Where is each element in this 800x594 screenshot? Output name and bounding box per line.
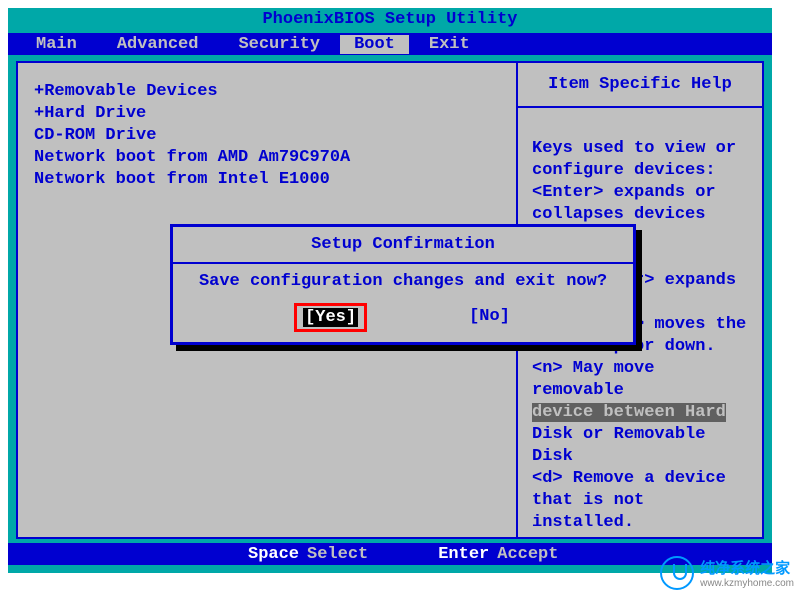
dialog-buttons: [Yes] [No] <box>173 297 633 342</box>
help-line: Keys used to view or <box>532 138 752 160</box>
boot-item[interactable]: CD-ROM Drive <box>34 125 506 147</box>
dialog-title: Setup Confirmation <box>173 227 633 264</box>
dialog-message: Save configuration changes and exit now? <box>173 264 633 297</box>
menu-tab-exit[interactable]: Exit <box>409 35 490 54</box>
menu-bar: MainAdvancedSecurityBootExit <box>8 33 772 55</box>
watermark-line2: www.kzmyhome.com <box>700 578 794 589</box>
boot-item[interactable]: Network boot from Intel E1000 <box>34 169 506 191</box>
help-line: <n> May move removable <box>532 358 752 402</box>
help-line: configure devices: <box>532 160 752 182</box>
footer-key-enter: Enter <box>438 545 489 564</box>
help-line: that is not installed. <box>532 490 752 534</box>
footer-bar: Space Select Enter Accept <box>8 543 772 565</box>
watermark: 纯净系统之家 www.kzmyhome.com <box>660 556 794 590</box>
boot-item[interactable]: +Removable Devices <box>34 81 506 103</box>
footer-key-space: Space <box>248 545 299 564</box>
footer-label-select: Select <box>307 545 368 564</box>
menu-tab-boot[interactable]: Boot <box>340 35 409 54</box>
page-title: PhoenixBIOS Setup Utility <box>8 8 772 33</box>
boot-item[interactable]: Network boot from AMD Am79C970A <box>34 147 506 169</box>
watermark-text: 纯净系统之家 www.kzmyhome.com <box>700 557 794 589</box>
boot-item[interactable]: +Hard Drive <box>34 103 506 125</box>
help-line: <Enter> expands or <box>532 182 752 204</box>
menu-tab-main[interactable]: Main <box>16 35 97 54</box>
menu-tab-advanced[interactable]: Advanced <box>97 35 219 54</box>
help-line: Disk or Removable Disk <box>532 424 752 468</box>
watermark-logo-icon <box>660 556 694 590</box>
yes-button[interactable]: [Yes] <box>303 308 358 327</box>
help-title: Item Specific Help <box>518 63 762 108</box>
no-button[interactable]: [No] <box>467 303 512 332</box>
menu-tab-security[interactable]: Security <box>218 35 340 54</box>
confirmation-dialog: Setup Confirmation Save configuration ch… <box>170 224 636 345</box>
footer-label-accept: Accept <box>497 545 558 564</box>
watermark-line1: 纯净系统之家 <box>700 557 794 578</box>
yes-button-highlight: [Yes] <box>294 303 367 332</box>
help-line: <d> Remove a device <box>532 468 752 490</box>
help-line: device between Hard <box>532 402 752 424</box>
